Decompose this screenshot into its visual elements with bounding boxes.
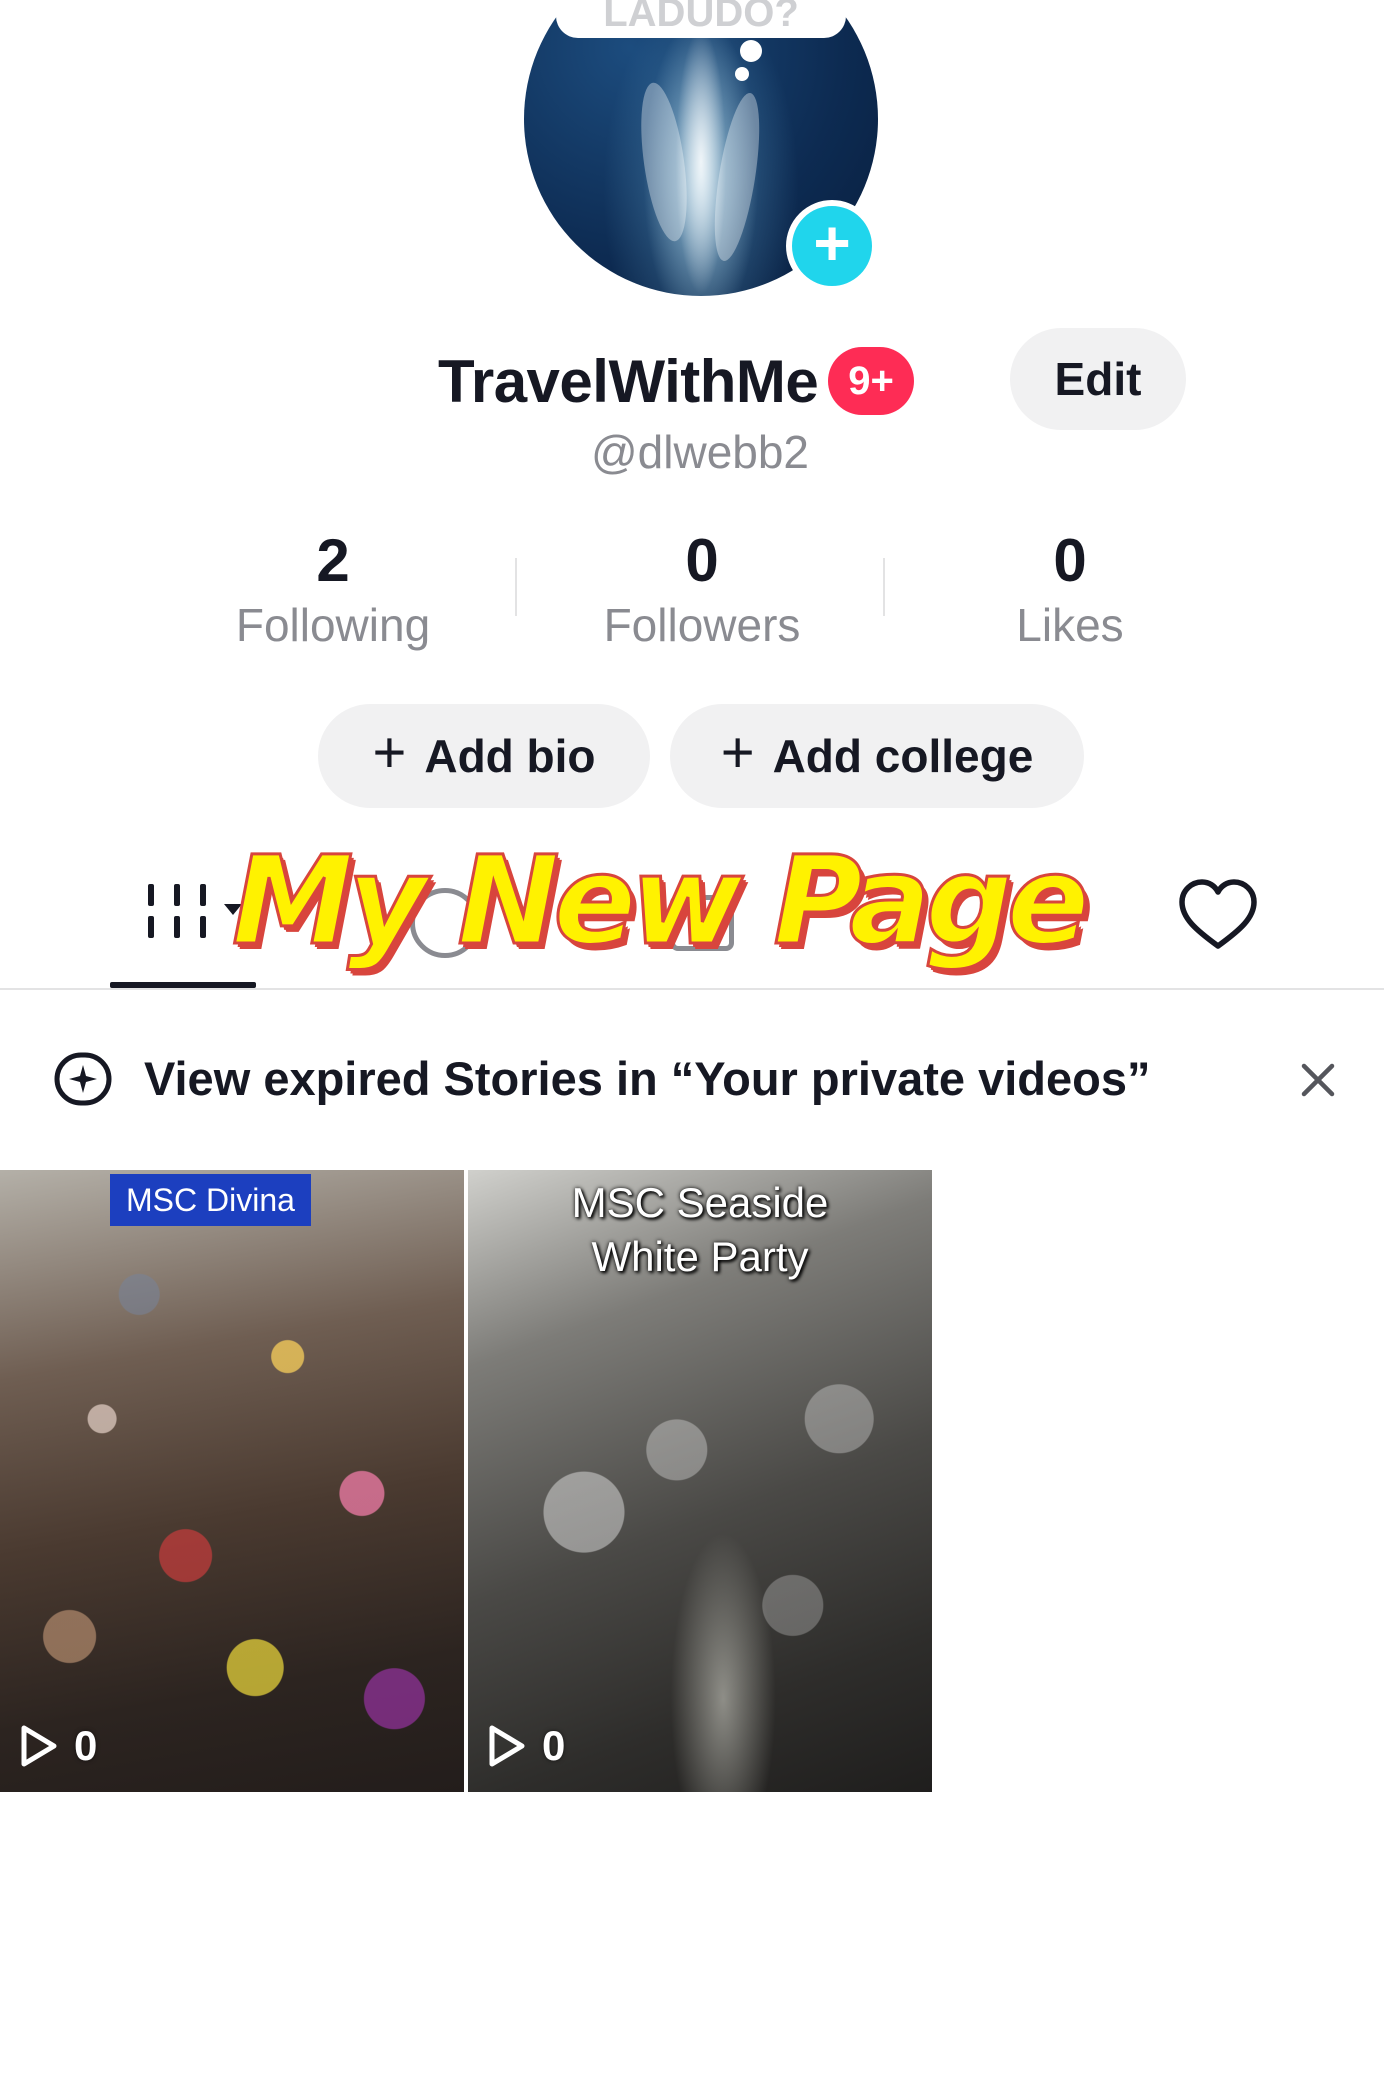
plus-icon: + [372, 720, 407, 785]
close-icon[interactable] [1296, 1058, 1340, 1102]
grid-icon-bar [174, 916, 180, 938]
play-count: 0 [486, 1722, 565, 1770]
avatar-wake-foam [633, 79, 695, 245]
stat-label: Following [235, 599, 431, 651]
add-college-button[interactable]: + Add college [670, 704, 1084, 808]
overlay-title-text: My New Page [231, 829, 1091, 974]
grid-icon-bar [200, 916, 206, 938]
grid-icon-bar [174, 884, 180, 906]
username-handle: @dlwebb2 [590, 426, 810, 478]
tabs-divider [0, 988, 1384, 990]
grid-icon-bar [148, 916, 154, 938]
grid-icon-bar [200, 884, 206, 906]
speech-bubble-dot [735, 67, 749, 81]
liked-tab-heart-icon[interactable] [1176, 874, 1260, 958]
stat-divider [883, 558, 885, 616]
stat-value: 0 [685, 527, 719, 594]
banner-text: View expired Stories in “Your private vi… [144, 1052, 1151, 1105]
stat-likes[interactable]: 0 Likes [920, 525, 1220, 653]
profile-page: LADUDO? + TravelWithMe 9+ Edit @dlwebb2 … [0, 0, 1384, 2084]
notification-badge[interactable]: 9+ [828, 347, 914, 415]
display-name: TravelWithMe [438, 347, 819, 415]
play-icon [489, 1725, 525, 1767]
grid-icon-bar [148, 884, 154, 906]
add-bio-button[interactable]: + Add bio [318, 704, 650, 808]
stat-followers[interactable]: 0 Followers [552, 525, 852, 653]
video-caption: MSC Divina [110, 1174, 311, 1226]
video-thumbnail[interactable]: MSC Seaside White Party 0 [468, 1170, 932, 1792]
avatar-speech-bubble[interactable]: LADUDO? [556, 0, 846, 38]
avatar-wake-foam [705, 90, 769, 264]
plus-icon: + [720, 720, 755, 785]
add-college-label: Add college [772, 730, 1034, 782]
play-count-value: 0 [542, 1722, 566, 1769]
plus-icon: + [813, 207, 851, 279]
video-thumbnail[interactable]: MSC Divina 0 [0, 1170, 464, 1792]
expired-stories-banner[interactable]: View expired Stories in “Your private vi… [0, 1040, 1384, 1118]
stat-label: Likes [1016, 599, 1124, 651]
name-row: TravelWithMe 9+ [438, 340, 914, 422]
play-count: 0 [18, 1722, 97, 1770]
stat-divider [515, 558, 517, 616]
add-avatar-button[interactable]: + [786, 200, 878, 292]
speech-bubble-dot [740, 40, 762, 62]
stat-value: 2 [316, 527, 350, 594]
sparkle-play-icon [54, 1052, 112, 1106]
video-caption: MSC Seaside White Party [571, 1179, 829, 1280]
speech-bubble-text: LADUDO? [603, 0, 799, 35]
edit-profile-button[interactable]: Edit [1010, 328, 1186, 430]
stat-value: 0 [1053, 527, 1087, 594]
add-bio-label: Add bio [424, 730, 596, 782]
stat-label: Followers [603, 599, 801, 651]
play-count-value: 0 [74, 1722, 98, 1769]
play-icon [21, 1725, 57, 1767]
stat-following[interactable]: 2 Following [183, 525, 483, 653]
